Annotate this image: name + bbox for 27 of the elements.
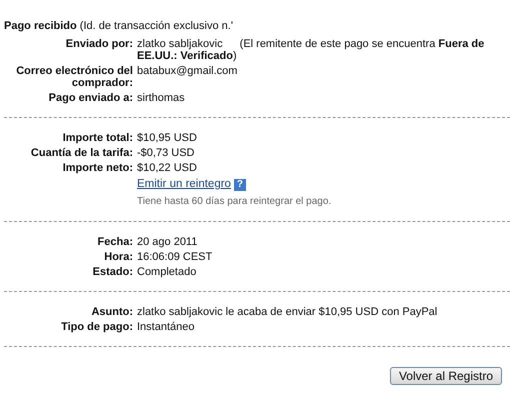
- field-label: Importe neto:: [62, 162, 134, 174]
- field-value: -$0,73 USD: [137, 147, 196, 159]
- field-value: $10,22 USD: [137, 162, 198, 174]
- field-value: batabux@gmail.com: [137, 65, 238, 79]
- field-value: Instantáneo: [137, 321, 196, 333]
- field-value: sirthomas: [137, 92, 186, 104]
- refund-link[interactable]: Emitir un reintegro: [137, 178, 231, 190]
- field-value: Completado: [137, 266, 198, 278]
- field-label: Tipo de pago:: [60, 321, 134, 333]
- field-label: Importe total:: [62, 132, 134, 144]
- field-label: Cuantía de la tarifa:: [30, 147, 134, 159]
- field-label: Estado:: [92, 266, 134, 278]
- field-value: 20 ago 2011: [137, 236, 198, 248]
- field-value: 16:06:09 CEST: [137, 251, 214, 263]
- back-button[interactable]: Volver al Registro: [390, 367, 502, 385]
- page-heading: Pago recibido (Id. de transacción exclusivo n.': [4, 20, 234, 32]
- sender-value: zlatko sabljakovic (El remitente de este pago se encuentra Fuera de EE.UU.: Verificado): [137, 38, 486, 62]
- field-label: Enviado por:: [64, 38, 134, 52]
- help-icon[interactable]: ?: [234, 179, 246, 191]
- field-label: Asunto:: [90, 306, 134, 318]
- field-label: Fecha:: [96, 236, 134, 248]
- field-value: zlatko sabljakovic le acaba de enviar $10,95 USD con PayPal: [137, 306, 438, 318]
- field-value: $10,95 USD: [137, 132, 198, 144]
- field-label: Pago enviado a:: [48, 92, 134, 104]
- refund-hint: Tiene hasta 60 días para reintegrar el pago.: [137, 196, 332, 208]
- field-label: Correo electrónico del comprador:: [15, 65, 134, 89]
- field-label: Hora:: [103, 251, 134, 263]
